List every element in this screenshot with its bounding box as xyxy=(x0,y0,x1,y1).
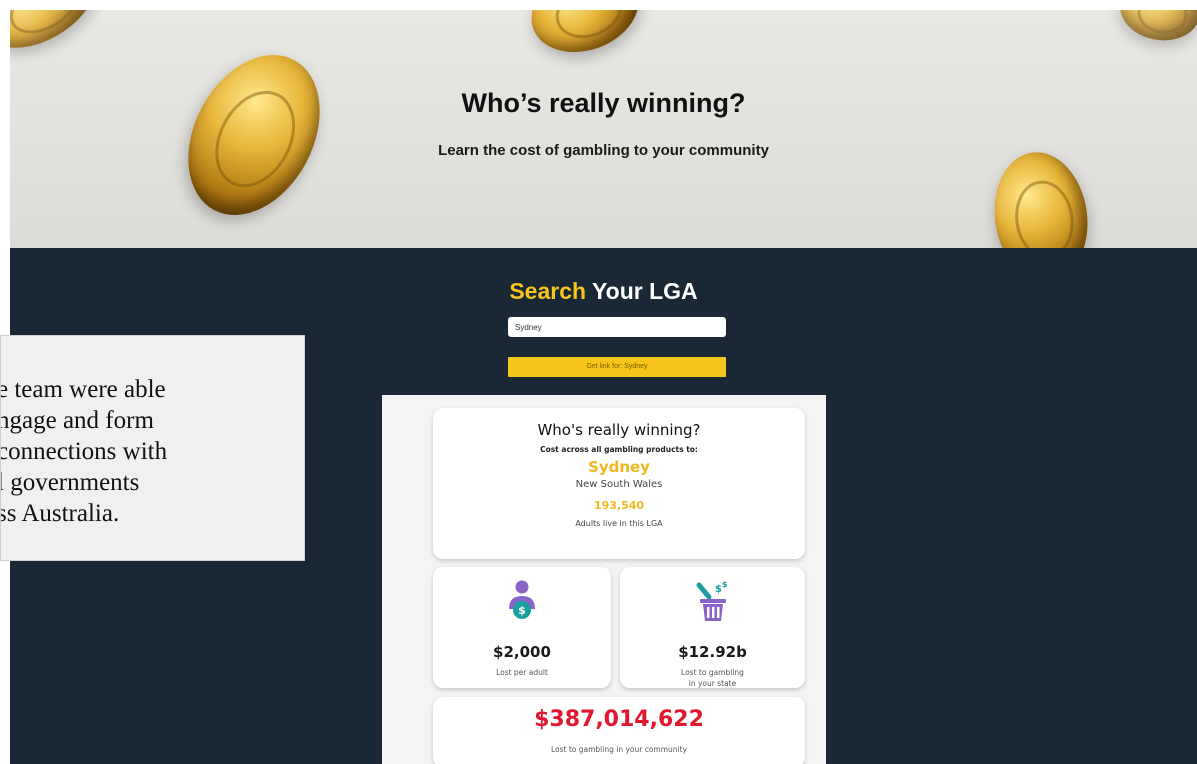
summary-card: Who's really winning? Cost across all ga… xyxy=(433,408,805,559)
coin-decoration xyxy=(162,32,346,238)
state-name: New South Wales xyxy=(575,479,663,490)
summary-subtitle: Cost across all gambling products to: xyxy=(540,445,698,454)
state-loss-label-line: Lost to gambling xyxy=(681,668,744,677)
quote-callout: e team were able ngage and form connecti… xyxy=(0,335,305,561)
person-money-icon: $ xyxy=(502,579,542,623)
community-loss-card: $387,014,622 Lost to gambling in your co… xyxy=(433,697,805,764)
svg-text:$: $ xyxy=(518,604,526,617)
per-adult-card: $ $2,000 Lost per adult xyxy=(433,567,611,688)
money-bin-icon: $ $ xyxy=(693,579,733,623)
summary-title: Who's really winning? xyxy=(537,421,701,439)
hero-title: Who’s really winning? xyxy=(461,88,746,118)
adults-count: 193,540 xyxy=(593,499,645,512)
get-link-button[interactable]: Get link for: Sydney xyxy=(508,357,726,377)
quote-line: ss Australia. xyxy=(0,500,120,527)
state-loss-label: Lost to gambling in your state xyxy=(620,667,805,689)
hero-banner: Who’s really winning? Learn the cost of … xyxy=(10,10,1197,248)
adults-label: Adults live in this LGA xyxy=(575,519,663,528)
lga-search-input[interactable] xyxy=(508,317,726,337)
quote-line: e team were able xyxy=(0,376,166,403)
coin-decoration xyxy=(1115,10,1197,47)
per-adult-value: $2,000 xyxy=(493,643,551,661)
search-title-highlight: Search xyxy=(509,278,587,304)
state-loss-value: $12.92b xyxy=(678,643,747,661)
quote-line: l governments xyxy=(0,469,140,496)
state-loss-card: $ $ $12.92b Lost to gambling in your sta… xyxy=(620,567,805,688)
per-adult-label: Lost per adult xyxy=(496,668,548,677)
state-loss-label-line: in your state xyxy=(688,679,737,688)
community-loss-label: Lost to gambling in your community xyxy=(550,745,688,754)
results-panel: Who's really winning? Cost across all ga… xyxy=(382,395,826,764)
coin-decoration xyxy=(986,146,1096,248)
community-loss-value: $387,014,622 xyxy=(534,707,704,732)
search-title: Search Your LGA xyxy=(10,278,1197,305)
quote-line: connections with xyxy=(0,438,168,465)
coin-decoration xyxy=(519,10,651,67)
hero-subtitle: Learn the cost of gambling to your commu… xyxy=(438,142,769,159)
svg-text:$: $ xyxy=(715,584,722,595)
quote-line: ngage and form xyxy=(0,407,154,434)
svg-text:$: $ xyxy=(722,580,728,589)
lga-name: Sydney xyxy=(588,458,650,476)
coin-decoration xyxy=(10,10,110,66)
search-title-rest: Your LGA xyxy=(586,278,698,304)
quote-text: e team were able ngage and form connecti… xyxy=(0,374,304,529)
